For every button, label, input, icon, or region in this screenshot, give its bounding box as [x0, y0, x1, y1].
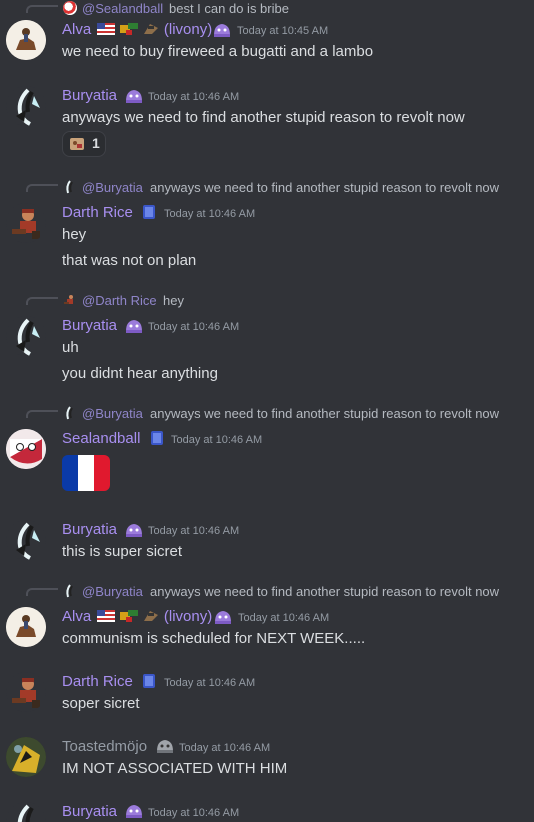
sealandball-avatar-icon	[6, 429, 46, 469]
horse-rider-icon	[6, 20, 46, 60]
timestamp[interactable]: Today at 10:46 AM	[148, 317, 239, 337]
toast-avatar-icon	[6, 737, 46, 777]
horse-rider-icon	[6, 607, 46, 647]
reply-text[interactable]: anyways we need to find another stupid r…	[150, 583, 499, 601]
timestamp[interactable]: Today at 10:46 AM	[171, 430, 262, 450]
timestamp[interactable]: Today at 10:46 AM	[238, 608, 329, 628]
reply-avatar	[63, 1, 77, 15]
us-flag-icon	[97, 610, 116, 623]
username-suffix[interactable]: (livony)	[164, 608, 212, 625]
message-content: hey	[62, 226, 87, 243]
timestamp[interactable]: Today at 10:46 AM	[179, 738, 270, 758]
emoji-icon	[119, 22, 138, 36]
role-icon	[124, 317, 142, 335]
user-avatar[interactable]	[6, 429, 46, 469]
shark-avatar-icon	[16, 318, 40, 356]
message-content: anyways we need to find another stupid r…	[62, 109, 465, 126]
username-suffix[interactable]: (livony)	[164, 21, 212, 38]
message-content: uh	[62, 339, 79, 356]
shark-avatar-icon	[16, 522, 40, 560]
user-avatar[interactable]	[6, 520, 46, 560]
message-content: we need to buy fireweed a bugatti and a …	[62, 43, 374, 60]
emoji-icon	[142, 22, 160, 36]
user-avatar[interactable]	[6, 802, 46, 822]
role-icon	[124, 87, 142, 105]
message-content: this is super sicret	[62, 543, 183, 560]
user-avatar[interactable]	[6, 86, 46, 126]
reply-text[interactable]: anyways we need to find another stupid r…	[150, 405, 499, 423]
reply-text[interactable]: hey	[163, 292, 184, 310]
message-content: you didnt hear anything	[62, 365, 218, 382]
role-icon	[124, 802, 142, 820]
username[interactable]: Darth Rice	[62, 672, 133, 692]
us-flag-icon	[97, 23, 116, 36]
reply-author[interactable]: @Buryatia	[82, 583, 143, 601]
message-content: communism is scheduled for NEXT WEEK....…	[62, 630, 366, 647]
user-avatar[interactable]	[6, 737, 46, 777]
username[interactable]: Alva (livony)	[62, 20, 212, 40]
reply-preview[interactable]: @Buryatia anyways we need to find anothe…	[0, 179, 534, 197]
timestamp[interactable]: Today at 10:46 AM	[148, 521, 239, 541]
timestamp[interactable]: Today at 10:45 AM	[237, 21, 328, 41]
book-role-icon	[140, 203, 158, 221]
reply-text[interactable]: best I can do is bribe	[169, 0, 289, 18]
reply-spine	[26, 588, 58, 596]
reply-author[interactable]: @Sealandball	[82, 0, 163, 18]
reply-text[interactable]: anyways we need to find another stupid r…	[150, 179, 499, 197]
reply-author[interactable]: @Buryatia	[82, 405, 143, 423]
role-icon	[155, 737, 173, 755]
soldier-avatar-icon	[12, 678, 40, 708]
reply-spine	[26, 5, 58, 13]
username[interactable]: Alva (livony)	[62, 607, 212, 627]
timestamp[interactable]: Today at 10:46 AM	[164, 673, 255, 693]
book-role-icon	[140, 672, 158, 690]
reply-author[interactable]: @Buryatia	[82, 179, 143, 197]
shark-avatar-icon	[17, 804, 34, 822]
user-avatar[interactable]	[6, 607, 46, 647]
reaction-emoji-icon	[70, 138, 84, 150]
reply-spine	[26, 297, 58, 305]
reply-author[interactable]: @Darth Rice	[82, 292, 157, 310]
reaction-button[interactable]: 1	[62, 131, 106, 157]
username[interactable]: Buryatia	[62, 316, 117, 336]
username[interactable]: Buryatia	[62, 802, 117, 822]
username-text[interactable]: Alva	[62, 608, 91, 625]
role-icon	[212, 21, 230, 39]
message-content: IM NOT ASSOCIATED WITH HIM	[62, 760, 288, 777]
emoji-icon	[142, 609, 160, 623]
username[interactable]: Toastedmöjo	[62, 737, 147, 757]
soldier-avatar-icon	[12, 209, 40, 239]
message-content: soper sicret	[62, 695, 140, 712]
reply-avatar	[66, 584, 73, 598]
reply-avatar	[64, 295, 73, 304]
message-content: that was not on plan	[62, 252, 197, 269]
timestamp[interactable]: Today at 10:46 AM	[148, 803, 239, 822]
emoji-icon	[119, 609, 138, 623]
reply-avatar	[66, 406, 73, 420]
username[interactable]: Buryatia	[62, 86, 117, 106]
username[interactable]: Sealandball	[62, 429, 140, 449]
france-flag-emoji	[62, 455, 110, 491]
reaction-count: 1	[92, 135, 100, 151]
timestamp[interactable]: Today at 10:46 AM	[164, 204, 255, 224]
reply-avatar	[66, 180, 73, 194]
reply-spine	[26, 410, 58, 418]
role-icon	[213, 608, 231, 626]
user-avatar[interactable]	[6, 672, 46, 712]
shark-avatar-icon	[16, 88, 40, 126]
role-icon	[124, 521, 142, 539]
username[interactable]: Buryatia	[62, 520, 117, 540]
user-avatar[interactable]	[6, 20, 46, 60]
user-avatar[interactable]	[6, 203, 46, 243]
user-avatar[interactable]	[6, 316, 46, 356]
username[interactable]: Darth Rice	[62, 203, 133, 223]
timestamp[interactable]: Today at 10:46 AM	[148, 87, 239, 107]
reply-spine	[26, 184, 58, 192]
username-text[interactable]: Alva	[62, 21, 91, 38]
book-role-icon	[148, 429, 166, 447]
